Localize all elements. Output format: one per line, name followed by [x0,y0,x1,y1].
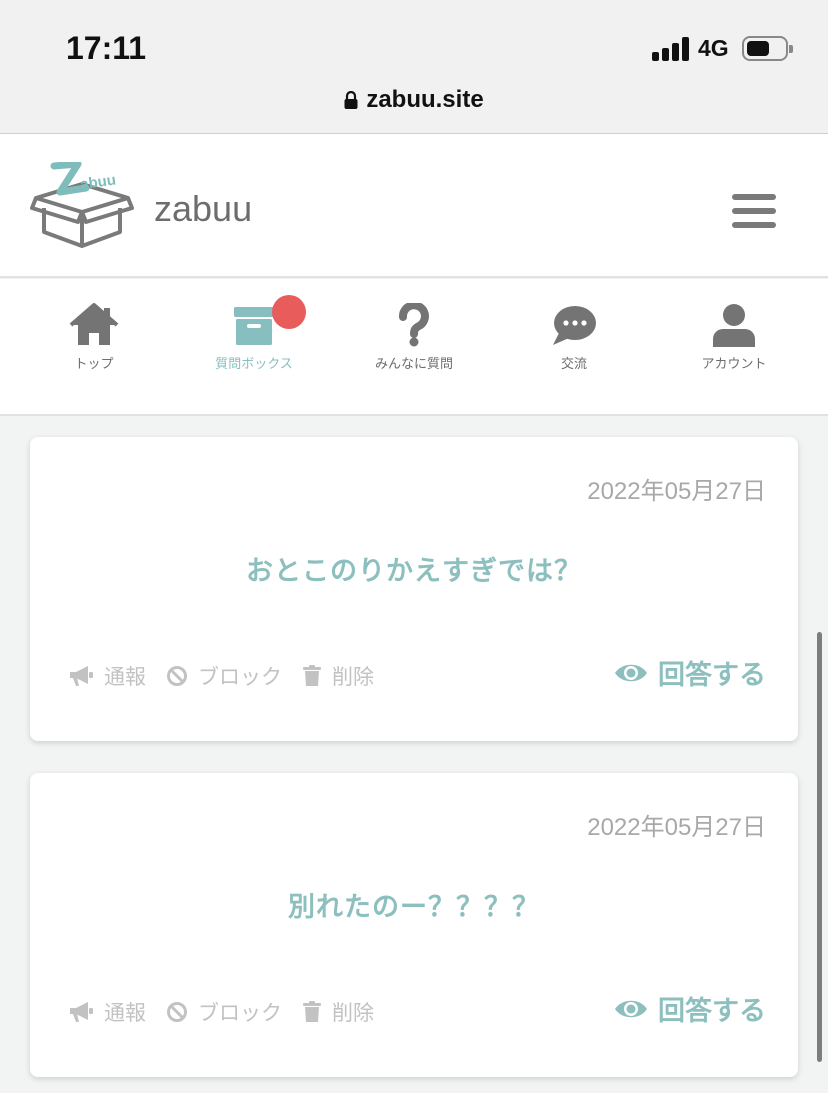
zabuu-logo[interactable]: abuu [30,162,134,252]
trash-icon [303,1001,321,1022]
block-label: ブロック [198,1001,282,1025]
signal-icon [652,37,692,61]
lock-icon [344,91,358,109]
user-icon [713,304,755,347]
card-actions: 通報 ブロック 削除 [68,661,394,691]
site-header: abuu zabuu [0,134,828,278]
nav-item-question-box[interactable]: 質問ボックス [174,295,334,403]
answer-label: 回答する [658,660,766,691]
report-label: 通報 [104,1001,146,1025]
delete-label: 削除 [332,1001,374,1025]
megaphone-icon [70,666,93,686]
svg-text:abuu: abuu [79,171,117,193]
chat-icon [553,306,596,345]
menu-icon[interactable] [732,194,776,228]
nav-label: 質問ボックス [215,357,293,372]
eye-icon [615,664,647,681]
block-icon [167,666,187,686]
browser-chrome: 17:11 4G zabuu.site [0,0,828,134]
block-label: ブロック [198,665,282,689]
delete-label: 削除 [332,665,374,689]
report-button[interactable]: 通報 [68,661,146,691]
answer-button[interactable]: 回答する [614,989,766,1028]
block-button[interactable]: ブロック [166,997,282,1027]
question-text[interactable]: おとこのりかえすぎでは？ [30,549,798,588]
status-time: 17:11 [66,30,147,66]
home-icon [69,303,119,345]
nav-item-top[interactable]: トップ [14,303,174,403]
site-name[interactable]: zabuu [154,188,252,230]
nav-label: 交流 [560,357,587,372]
delete-button[interactable]: 削除 [302,661,374,691]
answer-button[interactable]: 回答する [614,653,766,692]
question-text[interactable]: 別れたのー？？？？ [30,885,798,924]
network-type: 4G [698,35,729,61]
question-card: 2022年05月27日 おとこのりかえすぎでは？ 通報 ブロック 削除 回答する [30,437,798,741]
url-text: zabuu.site [366,86,484,113]
trash-icon [303,665,321,686]
nav-item-account[interactable]: アカウント [654,303,814,403]
battery-level [747,41,769,56]
battery-icon [742,36,793,61]
megaphone-icon [70,1002,93,1022]
answer-label: 回答する [658,996,766,1027]
notification-badge [272,295,306,329]
block-button[interactable]: ブロック [166,661,282,691]
question-date: 2022年05月27日 [587,478,766,505]
question-icon [399,303,429,347]
question-card: 2022年05月27日 別れたのー？？？？ 通報 ブロック 削除 回答する [30,773,798,1077]
eye-icon [615,1000,647,1017]
url-bar[interactable]: zabuu.site [0,86,828,114]
block-icon [167,1002,187,1022]
card-actions: 通報 ブロック 削除 [68,997,394,1027]
question-date: 2022年05月27日 [587,814,766,841]
nav-label: アカウント [701,357,767,372]
report-label: 通報 [104,665,146,689]
nav-label: みんなに質問 [374,357,453,372]
nav-item-ask-everyone[interactable]: みんなに質問 [334,303,494,403]
delete-button[interactable]: 削除 [302,997,374,1027]
report-button[interactable]: 通報 [68,997,146,1027]
nav-item-exchange[interactable]: 交流 [494,303,654,403]
scrollbar[interactable] [817,632,822,1062]
nav-label: トップ [74,357,114,372]
main-nav: トップ 質問ボックス みんなに質問 交流 アカウント [0,279,828,416]
